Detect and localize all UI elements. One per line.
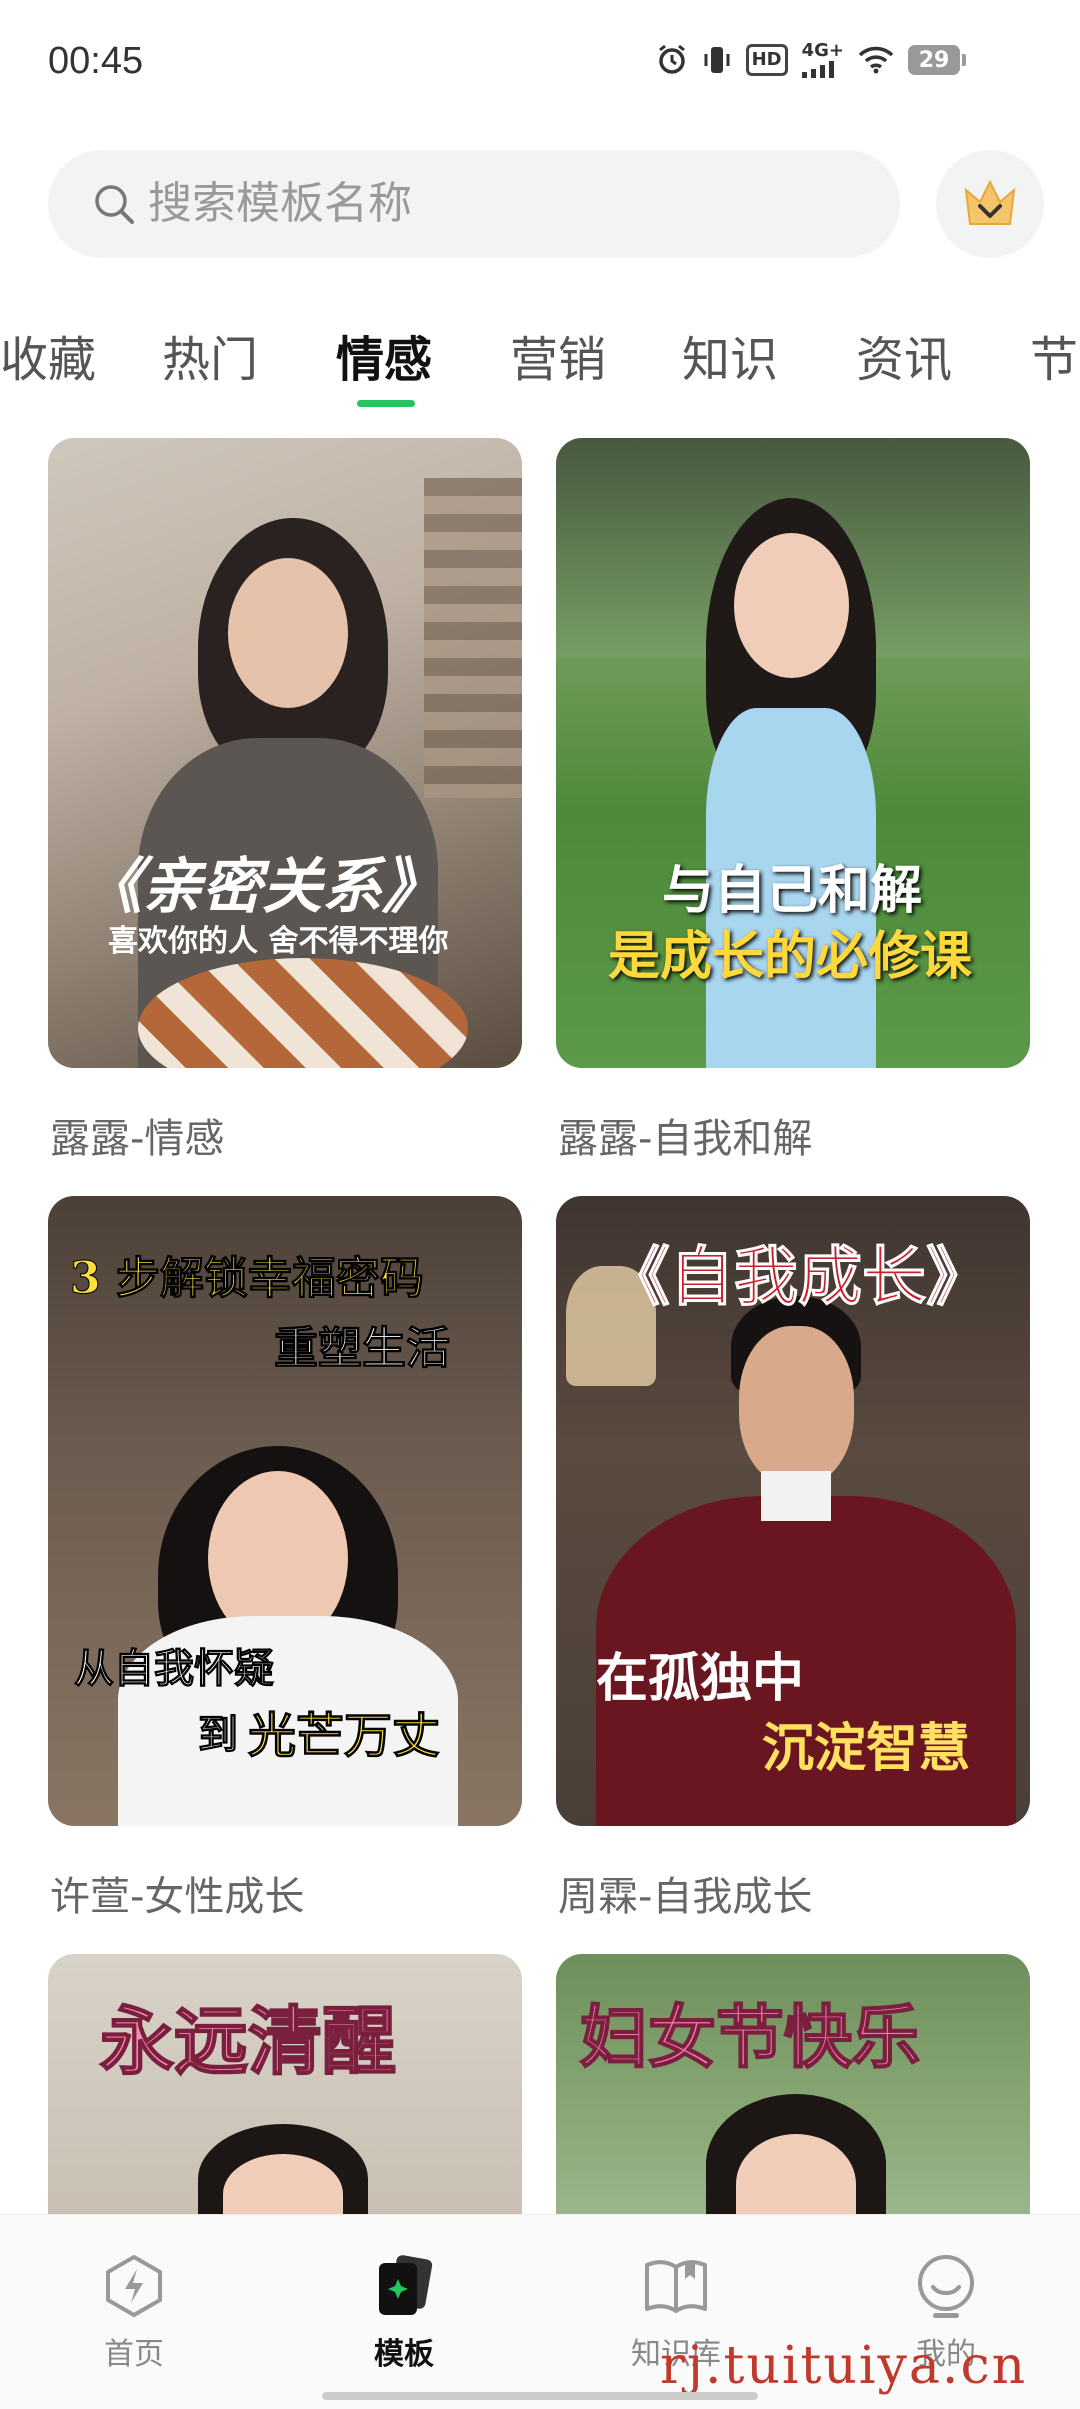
status-icons: HD 4G+ 29 (656, 40, 966, 78)
template-thumbnail[interactable]: 《自我成长》 在孤独中 沉淀智慧 (556, 1196, 1030, 1826)
thumbnail-caption-highlight: 光芒万丈 (247, 1708, 441, 1765)
wifi-icon (858, 46, 894, 74)
lightning-icon (106, 2255, 162, 2317)
tab-knowledge[interactable]: 知识 (682, 320, 778, 390)
template-thumbnail[interactable]: 妇女节快乐 (556, 1954, 1030, 2214)
thumbnail-subtitle: 喜欢你的人 舍不得不理你 (108, 924, 449, 959)
watermark-text: rj.tuituiya.cn (660, 2336, 1028, 2396)
status-time: 00:45 (48, 40, 144, 82)
thumbnail-title: 《自我成长》 (606, 1240, 991, 1316)
thumbnail-caption: 到 (198, 1711, 239, 1759)
template-name: 许萱-女性成长 (50, 1874, 305, 1920)
search-bar[interactable]: 搜索模板名称 (48, 150, 900, 258)
template-thumbnail[interactable]: 永远清醒 (48, 1954, 522, 2214)
home-indicator[interactable] (322, 2392, 758, 2400)
nav-templates-label: 模板 (374, 2337, 434, 2372)
alarm-icon (656, 44, 688, 76)
thumbnail-title: 永远清醒 (99, 1998, 397, 2086)
search-input[interactable]: 搜索模板名称 (148, 150, 412, 258)
signal-icon: 4G+ (801, 40, 844, 78)
tab-favorites[interactable]: 收藏 (0, 320, 96, 390)
template-thumbnail[interactable]: 3 步解锁幸福密码 重塑生活 从自我怀疑 到 光芒万丈 (48, 1196, 522, 1826)
hd-icon: HD (745, 44, 788, 76)
thumbnail-caption: 沉淀智慧 (762, 1718, 971, 1779)
template-thumbnail[interactable]: 《亲密关系》 喜欢你的人 舍不得不理你 (48, 438, 522, 1068)
nav-templates[interactable]: 模板 (324, 2251, 484, 2373)
tab-emotion[interactable]: 情感 (336, 320, 432, 390)
nav-home[interactable]: 首页 (54, 2251, 214, 2373)
thumbnail-title: 《亲密关系》 (82, 852, 442, 922)
book-icon (645, 2260, 707, 2313)
tab-festival[interactable]: 节 (1030, 320, 1078, 390)
template-name: 周霖-自我成长 (558, 1874, 813, 1920)
crown-icon (964, 179, 1016, 225)
thumbnail-subtitle: 重塑生活 (274, 1323, 451, 1375)
thumbnail-subtitle: 在孤独中 (596, 1648, 805, 1709)
profile-icon (918, 2255, 974, 2318)
thumbnail-title: 与自己和解 (662, 860, 923, 921)
tab-active-indicator (357, 400, 415, 407)
template-name: 露露-情感 (50, 1116, 225, 1162)
nav-home-label: 首页 (104, 2337, 164, 2372)
template-thumbnail[interactable]: 与自己和解 是成长的必修课 (556, 438, 1030, 1068)
template-name: 露露-自我和解 (558, 1116, 813, 1162)
tab-hot[interactable]: 热门 (162, 320, 258, 390)
category-tabs: 收藏 热门 情感 营销 知识 资讯 节 (0, 320, 1080, 410)
thumbnail-title: 妇女节快乐 (579, 1997, 921, 2079)
vibrate-icon (702, 44, 732, 76)
tab-marketing[interactable]: 营销 (510, 320, 606, 390)
vip-crown-button[interactable] (936, 150, 1044, 258)
battery-icon: 29 (908, 45, 966, 75)
search-icon (95, 185, 134, 224)
status-bar: 00:45 HD 4G+ 29 (0, 0, 1080, 130)
thumbnail-caption: 从自我怀疑 (74, 1645, 275, 1693)
template-cards-icon (379, 2255, 433, 2315)
tab-news[interactable]: 资讯 (856, 320, 952, 390)
thumbnail-title: 3 步解锁幸福密码 (70, 1253, 425, 1305)
thumbnail-subtitle: 是成长的必修课 (608, 926, 973, 987)
network-type: 4G+ (801, 40, 844, 61)
